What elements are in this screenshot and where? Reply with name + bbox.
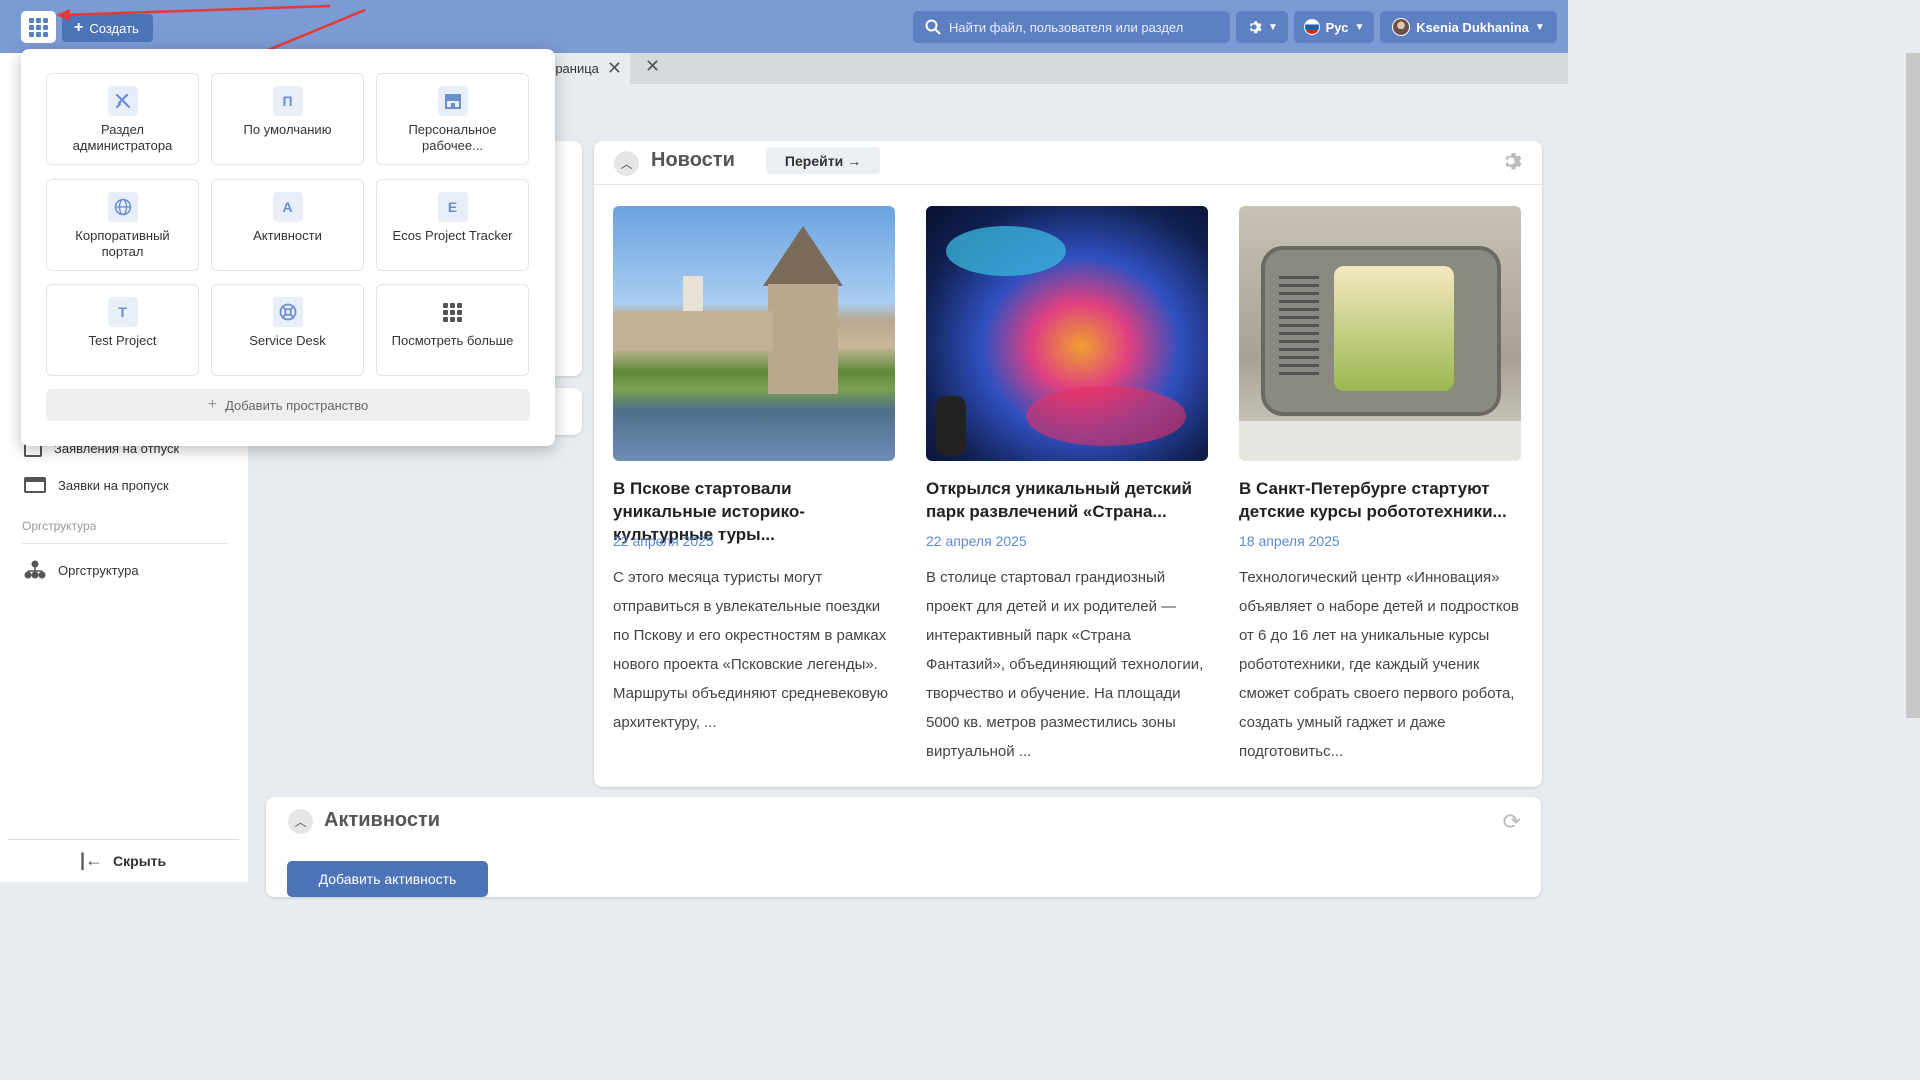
article-image xyxy=(1239,206,1521,461)
activities-title: Активности xyxy=(324,809,441,831)
letter-icon: П xyxy=(272,86,303,116)
news-article[interactable]: Открылся уникальный детский парк развлеч… xyxy=(926,206,1208,766)
widget-card xyxy=(552,141,582,376)
chevron-down-icon: ▼ xyxy=(1354,21,1365,33)
news-article[interactable]: В Пскове стартовали уникальные историко-… xyxy=(613,206,895,766)
letter-icon: T xyxy=(107,297,138,327)
workspace-tile-corporate[interactable]: Корпоративный портал xyxy=(46,179,199,271)
widget-card xyxy=(552,388,582,435)
apps-menu-popup: Раздел администратора П По умолчанию Пер… xyxy=(21,49,555,446)
workspace-tile-test[interactable]: T Test Project xyxy=(46,284,199,376)
add-space-label: Добавить пространство xyxy=(225,397,369,413)
divider xyxy=(22,543,228,544)
add-activity-button[interactable]: Добавить активность xyxy=(287,861,488,897)
gear-icon[interactable] xyxy=(1500,150,1522,172)
apps-menu-button[interactable] xyxy=(21,11,56,43)
grid-icon xyxy=(438,297,468,327)
workspace-tile-admin[interactable]: Раздел администратора xyxy=(46,73,199,165)
divider xyxy=(594,184,1542,185)
hide-sidebar-button[interactable]: |← Скрыть xyxy=(80,850,166,871)
workspace-tile-default[interactable]: П По умолчанию xyxy=(211,73,364,165)
activities-widget: ︿ Активности ⟳ Добавить активность xyxy=(266,797,1541,897)
grid-icon xyxy=(29,17,48,37)
collapse-icon: |← xyxy=(80,850,104,870)
close-icon[interactable]: ✕ xyxy=(607,58,622,79)
create-label: Создать xyxy=(89,20,139,36)
sidebar-item-label: Оргструктура xyxy=(58,562,139,578)
tile-label: Активности xyxy=(253,228,322,243)
tile-label: Раздел администратора xyxy=(72,122,173,153)
chevron-down-icon: ▼ xyxy=(1268,21,1278,33)
workspace-tile-activities[interactable]: А Активности xyxy=(211,179,364,271)
article-title: В Санкт-Петербурге стартуют детские курс… xyxy=(1239,479,1507,521)
workspace-tile-ecos[interactable]: E Ecos Project Tracker xyxy=(376,179,529,271)
create-button[interactable]: + Создать xyxy=(62,14,153,42)
user-name: Ksenia Dukhanina xyxy=(1416,19,1529,35)
language-label: Рус xyxy=(1325,19,1349,35)
sidebar-item-orgstructure[interactable]: Оргструктура xyxy=(24,560,139,580)
article-text: С этого месяца туристы могут отправиться… xyxy=(613,569,889,731)
tile-label: По умолчанию xyxy=(243,122,332,137)
tools-icon xyxy=(107,86,138,116)
plus-icon: + xyxy=(207,396,218,413)
letter-icon: E xyxy=(437,192,468,222)
workspace-tile-service-desk[interactable]: Service Desk xyxy=(211,284,364,376)
add-space-button[interactable]: + Добавить пространство xyxy=(46,389,530,421)
tile-label: Test Project xyxy=(88,333,157,348)
news-title: Новости xyxy=(651,149,735,171)
lifebuoy-icon xyxy=(272,297,303,327)
settings-button[interactable]: ▼ xyxy=(1236,11,1288,43)
tab-main-page[interactable]: раница ✕ xyxy=(555,53,630,84)
user-menu[interactable]: Ksenia Dukhanina ▼ xyxy=(1380,11,1557,43)
gear-icon xyxy=(1249,21,1262,34)
article-image xyxy=(613,206,895,461)
org-chart-icon xyxy=(24,560,46,579)
article-text: В столице стартовал грандиозный проект д… xyxy=(926,569,1204,760)
article-title: Открылся уникальный детский парк развлеч… xyxy=(926,479,1192,521)
article-date: 22 апреля 2025 xyxy=(926,533,1027,549)
language-select[interactable]: Рус ▼ xyxy=(1294,11,1374,43)
search-input[interactable]: Найти файл, пользователя или раздел xyxy=(913,11,1230,43)
chevron-down-icon: ▼ xyxy=(1534,21,1545,33)
sidebar-item-pass[interactable]: Заявки на пропуск xyxy=(24,477,169,493)
goto-button[interactable]: Перейти → xyxy=(766,147,880,174)
article-text: Технологический центр «Инновация» объявл… xyxy=(1239,569,1519,760)
tile-label: Корпоративный портал xyxy=(75,228,170,259)
tab-label: раница xyxy=(555,61,599,76)
workspace-tile-more[interactable]: Посмотреть больше xyxy=(376,284,529,376)
sidebar-item-label: Заявки на пропуск xyxy=(58,477,169,493)
tile-label: Персональное рабочее... xyxy=(408,122,497,153)
search-placeholder: Найти файл, пользователя или раздел xyxy=(949,19,1184,35)
tile-label: Service Desk xyxy=(249,333,326,348)
article-image xyxy=(926,206,1208,461)
tab-bar: раница ✕ ✕ xyxy=(555,53,1568,84)
divider xyxy=(8,839,239,840)
collapse-icon[interactable]: ︿ xyxy=(288,809,313,834)
refresh-icon[interactable]: ⟳ xyxy=(1503,809,1521,835)
tile-label: Ecos Project Tracker xyxy=(392,228,513,243)
search-icon xyxy=(925,19,941,35)
letter-icon: А xyxy=(272,192,303,222)
card-icon xyxy=(24,477,46,493)
news-article[interactable]: В Санкт-Петербурге стартуют детские курс… xyxy=(1239,206,1521,766)
avatar xyxy=(1392,18,1411,36)
workspace-tile-personal[interactable]: Персональное рабочее... xyxy=(376,73,529,165)
top-bar: + Создать Найти файл, пользователя или р… xyxy=(0,0,1568,53)
article-date: 18 апреля 2025 xyxy=(1239,533,1340,549)
store-icon xyxy=(437,86,468,116)
collapse-icon[interactable]: ︿ xyxy=(614,151,639,176)
close-all-icon[interactable]: ✕ xyxy=(645,56,660,77)
news-widget: ︿ Новости Перейти → В Пскове стартовали … xyxy=(594,141,1542,787)
globe-icon xyxy=(107,192,138,222)
scrollbar[interactable] xyxy=(1906,53,1920,718)
tile-label: Посмотреть больше xyxy=(391,333,514,348)
hide-label: Скрыть xyxy=(113,852,167,869)
sidebar-section-heading: Оргструктура xyxy=(22,519,97,533)
plus-icon: + xyxy=(74,19,84,36)
article-title: В Пскове стартовали уникальные историко-… xyxy=(613,479,805,544)
russia-flag-icon xyxy=(1303,19,1320,35)
